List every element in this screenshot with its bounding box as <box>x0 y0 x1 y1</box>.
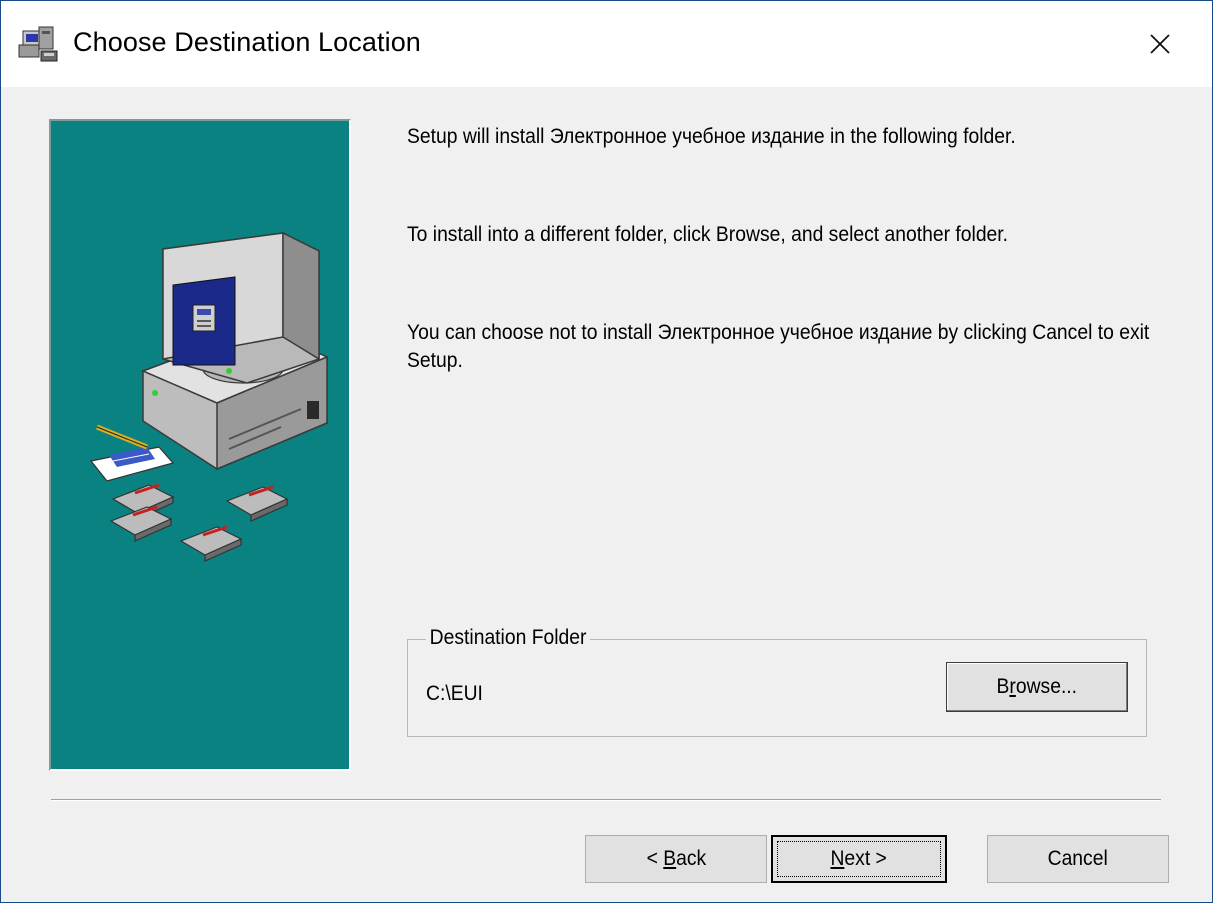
setup-dialog: Choose Destination Location Setup will i… <box>0 0 1213 903</box>
button-separator <box>51 799 1161 801</box>
destination-path: C:\EUI <box>426 682 483 705</box>
back-button[interactable]: < Back <box>585 835 767 883</box>
browse-button[interactable]: Browse... <box>946 662 1128 712</box>
installer-computer-icon <box>17 25 61 65</box>
cancel-instruction-text: You can choose not to install Электронно… <box>407 321 1150 372</box>
browse-instruction-text: To install into a different folder, clic… <box>407 223 1009 246</box>
window-title: Choose Destination Location <box>73 27 421 57</box>
close-button[interactable] <box>1137 23 1183 69</box>
close-icon <box>1148 32 1172 61</box>
next-button-label: Next > <box>830 847 888 870</box>
destination-folder-label: Destination Folder <box>426 626 591 650</box>
title-bar[interactable]: Choose Destination Location <box>1 1 1212 87</box>
install-info-text: Setup will install Электронное учебное и… <box>407 125 1016 148</box>
next-button[interactable]: Next > <box>771 835 947 883</box>
cancel-button-label: Cancel <box>1047 847 1109 870</box>
destination-folder-group: Destination Folder C:\EUI Browse... <box>407 626 1147 737</box>
back-button-label: < Back <box>646 847 706 870</box>
dialog-body: Setup will install Электронное учебное и… <box>1 87 1212 902</box>
computer-with-floppy-disks-illustration <box>89 231 329 562</box>
cancel-button[interactable]: Cancel <box>987 835 1169 883</box>
browse-button-label: Browse... <box>996 675 1078 698</box>
side-illustration-panel <box>49 119 351 771</box>
